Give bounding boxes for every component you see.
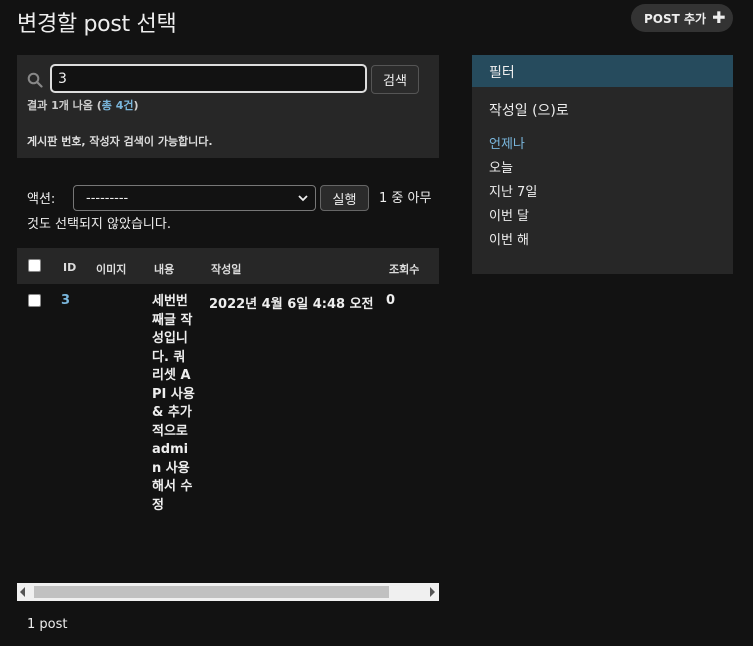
search-help-text: 게시판 번호, 작성자 검색이 가능합니다.: [27, 135, 213, 148]
add-post-button[interactable]: POST 추가 ✚: [631, 4, 733, 32]
search-toolbar: 검색 결과 1개 나옴 (총 4건) 게시판 번호, 작성자 검색이 가능합니다…: [17, 55, 439, 158]
search-result-count: 결과 1개 나옴 (총 4건): [27, 97, 139, 113]
row-checkbox[interactable]: [28, 294, 41, 307]
filter-title: 필터: [472, 55, 733, 87]
filter-option-month[interactable]: 이번 달: [489, 205, 529, 224]
results-table: ID 이미지 내용 작성일 조회수 3 세번번째글 작성입니다. 쿼리셋 API…: [17, 248, 439, 583]
filter-subtitle: 작성일 (으)로: [489, 103, 569, 119]
select-all-checkbox[interactable]: [28, 259, 41, 272]
row-date: 2022년 4월 6일 4:48 오전: [209, 297, 374, 312]
horizontal-scrollbar[interactable]: [17, 583, 439, 601]
result-suffix: ): [133, 99, 139, 112]
scroll-right-icon[interactable]: [430, 587, 435, 597]
chevron-down-icon: [298, 195, 308, 202]
row-id-link[interactable]: 3: [61, 293, 70, 308]
row-content: 세번번째글 작성입니다. 쿼리셋 API 사용 & 추가적으로 admin 사용…: [152, 294, 195, 513]
action-select-value: ---------: [86, 190, 129, 206]
action-select[interactable]: ---------: [73, 185, 316, 211]
column-header-image[interactable]: 이미지: [96, 261, 126, 277]
plus-icon: ✚: [712, 8, 726, 27]
paginator: 1 post: [27, 617, 68, 632]
filter-option-today[interactable]: 오늘: [489, 157, 513, 176]
filter-option-year[interactable]: 이번 해: [489, 229, 529, 248]
column-header-id[interactable]: ID: [63, 261, 76, 274]
column-header-views[interactable]: 조회수: [389, 261, 419, 277]
search-button[interactable]: 검색: [371, 65, 419, 94]
search-icon: [27, 72, 43, 88]
search-input[interactable]: [50, 64, 367, 93]
action-label: 액션:: [27, 192, 56, 207]
table-header: ID 이미지 내용 작성일 조회수: [17, 248, 439, 284]
table-row: 3 세번번째글 작성입니다. 쿼리셋 API 사용 & 추가적으로 admin …: [17, 284, 439, 583]
filter-panel: 필터 작성일 (으)로 언제나 오늘 지난 7일 이번 달 이번 해: [472, 55, 733, 274]
filter-option-any[interactable]: 언제나: [489, 133, 525, 152]
scroll-left-icon[interactable]: [20, 587, 25, 597]
scrollbar-thumb[interactable]: [34, 586, 389, 598]
result-prefix: 결과 1개 나옴 (: [27, 99, 102, 112]
run-action-button[interactable]: 실행: [320, 185, 369, 211]
column-header-date[interactable]: 작성일: [211, 261, 241, 277]
add-post-label: POST 추가: [644, 11, 707, 26]
row-views: 0: [386, 293, 396, 308]
column-header-content[interactable]: 내용: [154, 261, 174, 277]
page-title: 변경할 post 선택: [17, 12, 177, 37]
filter-option-7days[interactable]: 지난 7일: [489, 181, 537, 200]
show-all-link[interactable]: 총 4건: [102, 99, 134, 112]
